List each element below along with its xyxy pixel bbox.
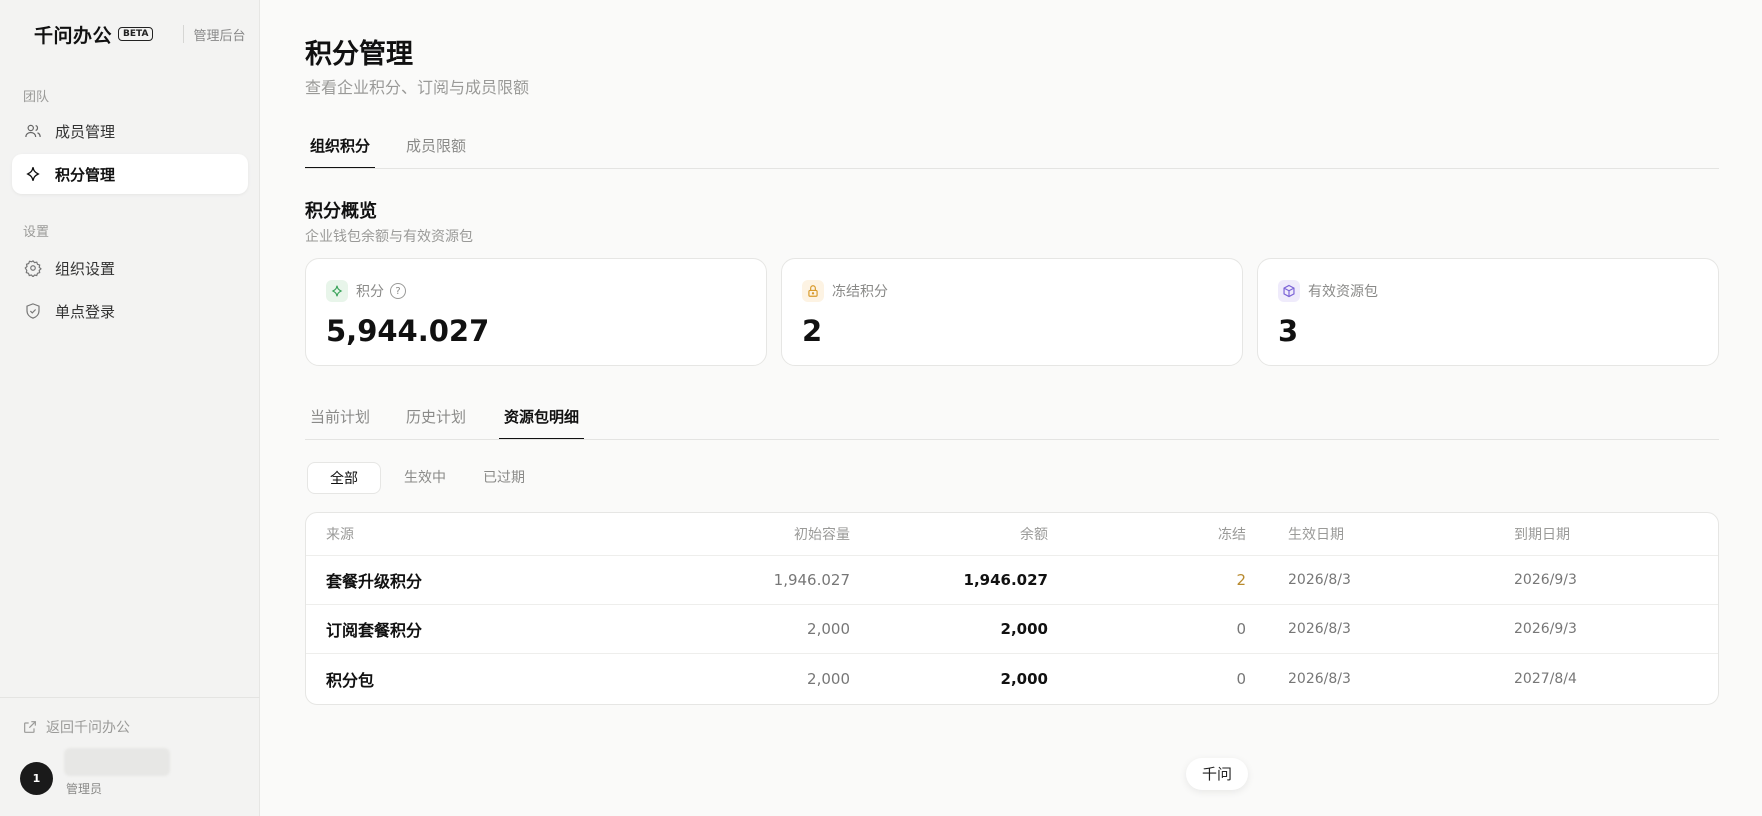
table-row[interactable]: 套餐升级积分 1,946.027 1,946.027 2 2026/8/3 20… [306, 556, 1718, 605]
section-label-settings: 设置 [23, 225, 50, 240]
brand-divider [183, 25, 185, 43]
cell-frozen: 2 [1236, 571, 1246, 589]
gear-icon [23, 258, 43, 278]
sidebar-item-credits[interactable]: 积分管理 [12, 154, 248, 194]
header-source: 来源 [326, 527, 354, 543]
credits-card: 积分 ? 5,944.027 [305, 258, 767, 366]
cell-start-date: 2026/8/3 [1288, 621, 1351, 637]
sub-tabs-divider [305, 439, 1719, 440]
card-label: 冻结积分 [832, 284, 888, 300]
cell-frozen: 0 [1236, 620, 1246, 638]
sidebar-item-org-settings[interactable]: 组织设置 [12, 248, 248, 288]
table-header: 来源 初始容量 余额 冻结 生效日期 到期日期 [306, 513, 1718, 556]
cell-initial: 2,000 [807, 620, 850, 638]
sidebar-item-label: 积分管理 [55, 165, 116, 184]
cell-source: 订阅套餐积分 [326, 621, 423, 640]
cell-end-date: 2027/8/4 [1514, 670, 1577, 687]
active-packages-card: 有效资源包 3 [1257, 258, 1719, 366]
page-title: 积分管理 [305, 39, 413, 70]
cell-source: 套餐升级积分 [326, 572, 423, 591]
brand: 千问办公 BETA 管理后台 [34, 22, 246, 47]
qianwen-floating-button[interactable]: 千问 [1186, 758, 1249, 790]
cell-initial: 1,946.027 [773, 571, 850, 589]
header-frozen: 冻结 [1218, 527, 1246, 543]
tab-history-plan[interactable]: 历史计划 [401, 402, 471, 440]
back-to-app-link[interactable]: 返回千问办公 [22, 717, 130, 737]
sidebar-item-sso[interactable]: 单点登录 [12, 291, 248, 331]
user-role: 管理员 [66, 782, 103, 796]
cell-initial: 2,000 [807, 669, 850, 688]
main-content: 积分管理 查看企业积分、订阅与成员限额 组织积分 成员限额 积分概览 企业钱包余… [260, 0, 1762, 816]
header-end-date: 到期日期 [1514, 527, 1570, 543]
cell-start-date: 2026/8/3 [1288, 572, 1351, 588]
sparkle-icon [326, 280, 348, 302]
cell-start-date: 2026/8/3 [1288, 670, 1351, 687]
package-icon [1278, 280, 1300, 302]
cell-end-date: 2026/9/3 [1514, 572, 1577, 588]
filter-expired[interactable]: 已过期 [461, 462, 547, 494]
header-balance: 余额 [1020, 527, 1048, 543]
filter-active[interactable]: 生效中 [382, 462, 468, 494]
table-row[interactable]: 订阅套餐积分 2,000 2,000 0 2026/8/3 2026/9/3 [306, 605, 1718, 654]
header-initial: 初始容量 [794, 527, 850, 543]
overview-title: 积分概览 [305, 201, 377, 222]
packages-table: 来源 初始容量 余额 冻结 生效日期 到期日期 套餐升级积分 1,946.027… [305, 512, 1719, 705]
help-icon[interactable]: ? [390, 283, 406, 299]
card-label: 有效资源包 [1308, 284, 1378, 300]
overview-subtitle: 企业钱包余额与有效资源包 [305, 229, 473, 245]
cell-frozen: 0 [1236, 669, 1246, 688]
card-label: 积分 [356, 284, 384, 300]
admin-label: 管理后台 [193, 28, 246, 44]
cell-balance: 2,000 [1000, 669, 1048, 688]
frozen-credits-card: 冻结积分 2 [781, 258, 1243, 366]
sidebar-item-label: 单点登录 [55, 302, 116, 321]
sparkle-icon [23, 164, 43, 184]
tab-member-limits[interactable]: 成员限额 [401, 131, 471, 169]
external-link-icon [24, 721, 36, 733]
section-label-team: 团队 [23, 90, 50, 105]
tab-package-details[interactable]: 资源包明细 [499, 402, 585, 440]
table-row[interactable]: 积分包 2,000 2,000 0 2026/8/3 2027/8/4 [306, 654, 1718, 703]
active-packages-value: 3 [1278, 314, 1299, 348]
header-start-date: 生效日期 [1288, 527, 1344, 543]
frozen-credits-value: 2 [802, 314, 823, 348]
filter-all[interactable]: 全部 [307, 462, 381, 494]
cell-source: 积分包 [326, 670, 375, 690]
tab-current-plan[interactable]: 当前计划 [305, 402, 375, 440]
page-subtitle: 查看企业积分、订阅与成员限额 [305, 78, 530, 97]
sidebar-item-members[interactable]: 成员管理 [12, 111, 248, 151]
brand-name: 千问办公 [34, 24, 113, 47]
credits-value: 5,944.027 [326, 314, 490, 348]
sidebar: 千问办公 BETA 管理后台 团队 成员管理 积分管理 设置 组织设置 单点登录… [0, 0, 260, 816]
sidebar-divider [0, 697, 260, 698]
back-link-label: 返回千问办公 [46, 720, 130, 736]
sidebar-item-label: 成员管理 [55, 122, 116, 141]
tabs-divider [305, 168, 1719, 169]
cell-balance: 1,946.027 [963, 571, 1048, 589]
avatar[interactable]: 1 [20, 762, 53, 795]
app-window: 千问办公 BETA 管理后台 团队 成员管理 积分管理 设置 组织设置 单点登录… [0, 0, 1762, 816]
users-icon [23, 121, 43, 141]
user-name-redacted [64, 748, 170, 776]
beta-badge: BETA [118, 27, 154, 41]
shield-icon [23, 301, 43, 321]
tab-org-credits[interactable]: 组织积分 [305, 131, 376, 169]
lock-icon [802, 280, 824, 302]
cell-balance: 2,000 [1000, 620, 1048, 638]
cell-end-date: 2026/9/3 [1514, 621, 1577, 637]
sidebar-item-label: 组织设置 [55, 259, 116, 278]
